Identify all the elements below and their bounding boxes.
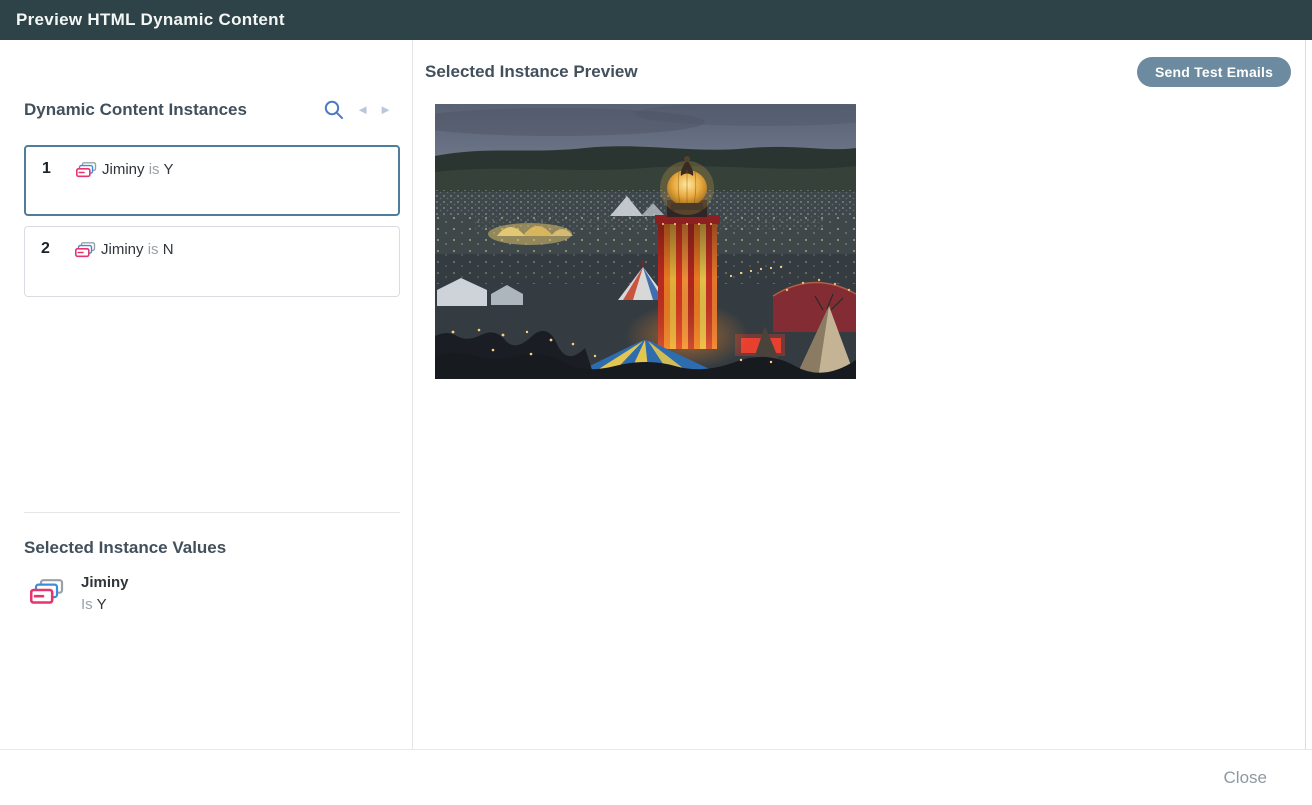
previous-instance-arrow-icon[interactable]: ◄	[356, 98, 369, 122]
panel-divider	[24, 512, 400, 513]
instances-panel-controls: ◄ ►	[322, 98, 392, 122]
instances-panel-title: Dynamic Content Instances	[24, 100, 322, 120]
selected-value-value: Y	[97, 596, 107, 613]
selected-value-text: Jiminy Is Y	[81, 574, 129, 613]
next-instance-arrow-icon[interactable]: ►	[379, 98, 392, 122]
preview-dynamic-content-modal: Preview HTML Dynamic Content Dynamic Con…	[0, 0, 1312, 805]
instances-panel-header: Dynamic Content Instances ◄ ►	[24, 98, 392, 122]
close-button[interactable]: Close	[1224, 768, 1267, 788]
modal-titlebar: Preview HTML Dynamic Content	[0, 0, 1312, 40]
modal-footer: Close	[0, 749, 1312, 805]
instance-rule: Jiminy is N	[101, 241, 174, 258]
dynamic-content-icon	[30, 579, 64, 613]
instance-operator: is	[149, 161, 160, 178]
instance-operator: is	[148, 241, 159, 258]
instance-number: 1	[42, 160, 76, 178]
modal-title: Preview HTML Dynamic Content	[16, 10, 285, 30]
instance-number: 2	[41, 240, 75, 258]
preview-panel-title: Selected Instance Preview	[425, 62, 638, 82]
instances-panel: Dynamic Content Instances ◄ ► 1	[0, 40, 413, 749]
search-icon[interactable]	[322, 98, 346, 122]
instance-value: N	[163, 241, 174, 258]
instance-attribute: Jiminy	[101, 241, 144, 258]
send-test-emails-button[interactable]: Send Test Emails	[1137, 57, 1291, 87]
email-preview-image	[435, 104, 856, 379]
dynamic-content-icon	[75, 242, 96, 263]
instance-card-2[interactable]: 2 Jiminy is N	[24, 226, 400, 297]
dynamic-content-icon	[76, 162, 97, 183]
selected-value-row: Jiminy Is Y	[30, 574, 129, 613]
instance-rule: Jiminy is Y	[102, 161, 173, 178]
selected-values-title: Selected Instance Values	[24, 538, 226, 558]
instance-value: Y	[163, 161, 173, 178]
selected-value-condition: Is Y	[81, 596, 129, 613]
selected-value-operator: Is	[81, 596, 93, 613]
right-edge-divider	[1305, 40, 1306, 805]
instance-attribute: Jiminy	[102, 161, 145, 178]
selected-value-name: Jiminy	[81, 574, 129, 591]
instance-card-1[interactable]: 1 Jiminy is Y	[24, 145, 400, 216]
